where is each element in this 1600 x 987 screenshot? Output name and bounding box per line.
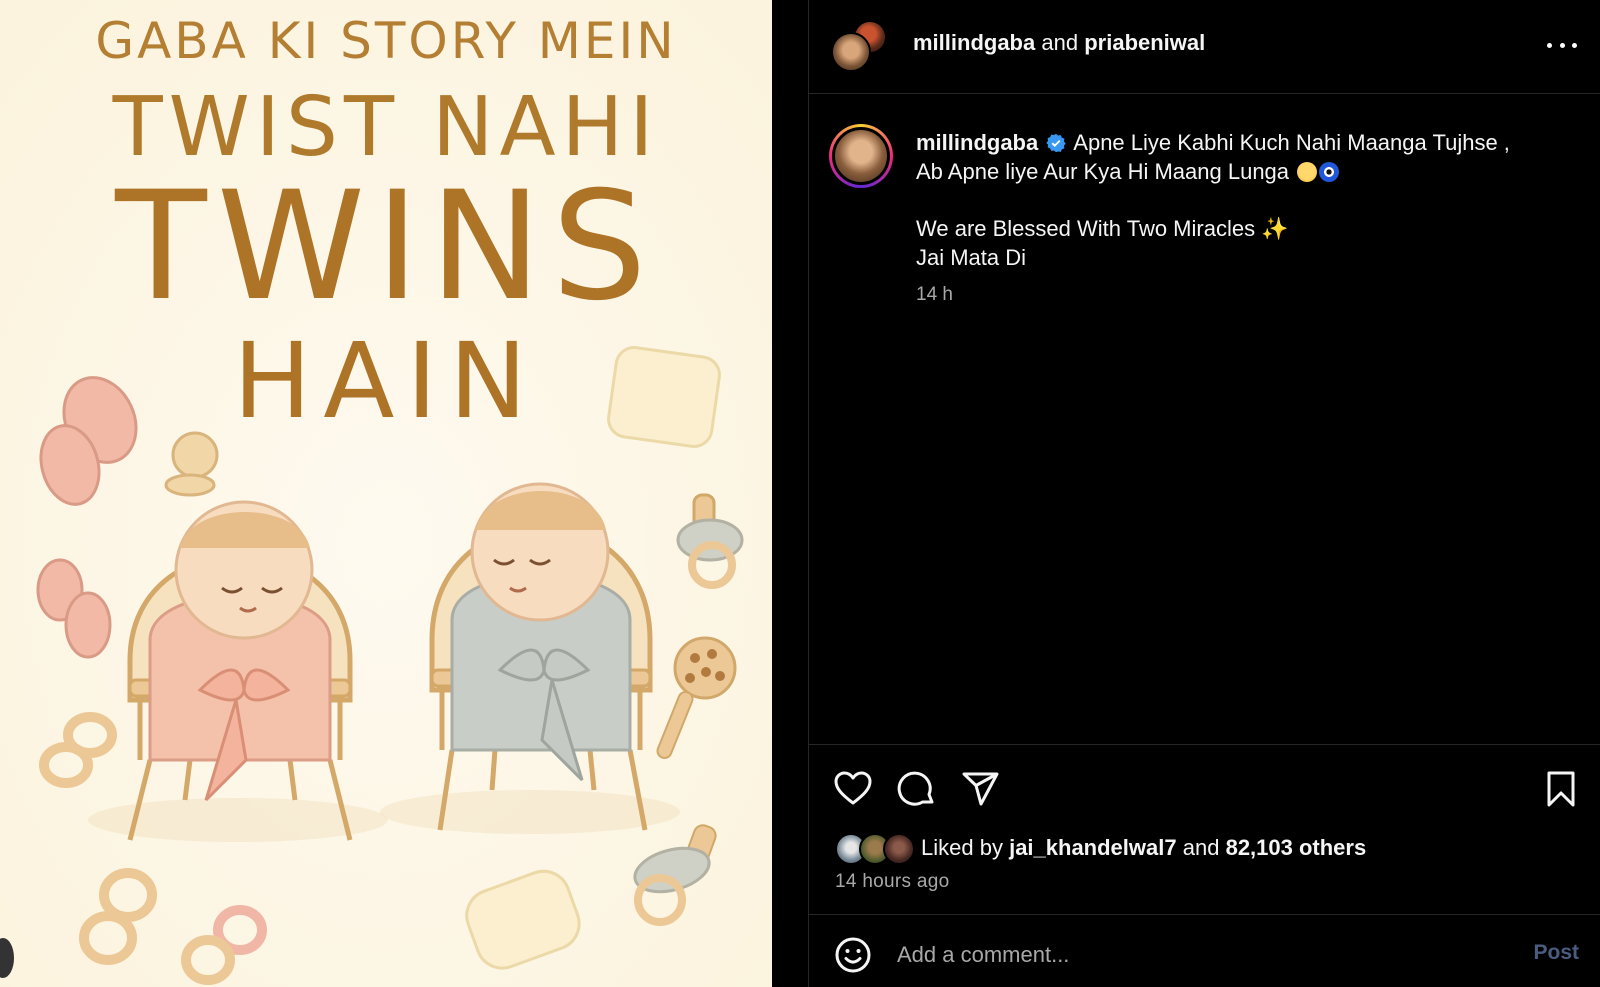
share-icon[interactable] — [961, 769, 1001, 809]
more-icon[interactable] — [1547, 30, 1577, 60]
header-user-2-link[interactable]: priabeniwal — [1084, 30, 1205, 55]
caption-timestamp[interactable]: 14 h — [916, 284, 953, 306]
liked-by-user-link[interactable]: jai_khandelwal7 — [1009, 835, 1177, 860]
gutter — [772, 0, 808, 987]
comment-icon[interactable] — [897, 769, 937, 809]
post-panel: millindgaba and priabeniwal millindgaba … — [808, 0, 1600, 987]
post-comment-button[interactable]: Post — [1533, 941, 1579, 965]
post-timestamp[interactable]: 14 hours ago — [835, 871, 950, 893]
liked-by-joiner: and — [1182, 835, 1220, 860]
liked-by-avatars[interactable] — [835, 833, 915, 867]
avatar-millindgaba[interactable] — [831, 32, 871, 72]
poster-line-4: HAIN — [233, 320, 539, 442]
post-header: millindgaba and priabeniwal — [809, 0, 1600, 94]
caption-line-2: Ab Apne liye Aur Kya Hi Maang Lunga — [916, 159, 1290, 184]
caption-line-3: We are Blessed With Two Miracles — [916, 216, 1256, 241]
pleading-face-emoji-icon — [1297, 162, 1318, 182]
liked-by-prefix: Liked by — [921, 835, 1003, 860]
emoji-icon[interactable] — [833, 935, 873, 975]
poster-line-3: TWINS — [115, 160, 657, 334]
caption-line-4: Jai Mata Di — [916, 245, 1027, 270]
header-user-1-link[interactable]: millindgaba — [913, 30, 1035, 55]
action-bar: Liked by jai_khandelwal7 and 82,103 othe… — [809, 744, 1600, 914]
verified-icon — [1046, 133, 1067, 153]
collab-avatars[interactable] — [831, 18, 887, 74]
comment-bar: Post — [809, 914, 1600, 987]
nazar-amulet-emoji-icon — [1319, 162, 1340, 182]
poster-line-1: GABA KI STORY MEIN — [95, 12, 677, 70]
caption-line-1: Apne Liye Kabhi Kuch Nahi Maanga Tujhse … — [1073, 130, 1510, 155]
sparkles-emoji-icon: ✨ — [1261, 216, 1289, 241]
post-image[interactable]: GABA KI STORY MEIN TWIST NAHI TWINS HAIN — [0, 0, 772, 987]
likes-count-link[interactable]: 82,103 others — [1226, 835, 1367, 860]
caption-text: millindgaba Apne Liye Kabhi Kuch Nahi Ma… — [916, 128, 1576, 272]
caption-avatar[interactable] — [829, 124, 893, 188]
like-icon[interactable] — [833, 769, 873, 809]
liked-by-text: Liked by jai_khandelwal7 and 82,103 othe… — [921, 835, 1366, 861]
collab-names: millindgaba and priabeniwal — [913, 30, 1205, 56]
caption-username-link[interactable]: millindgaba — [916, 130, 1038, 155]
header-joiner: and — [1041, 30, 1079, 55]
comment-input[interactable] — [897, 937, 1477, 973]
save-icon[interactable] — [1541, 769, 1581, 809]
caption-section: millindgaba Apne Liye Kabhi Kuch Nahi Ma… — [809, 94, 1600, 744]
